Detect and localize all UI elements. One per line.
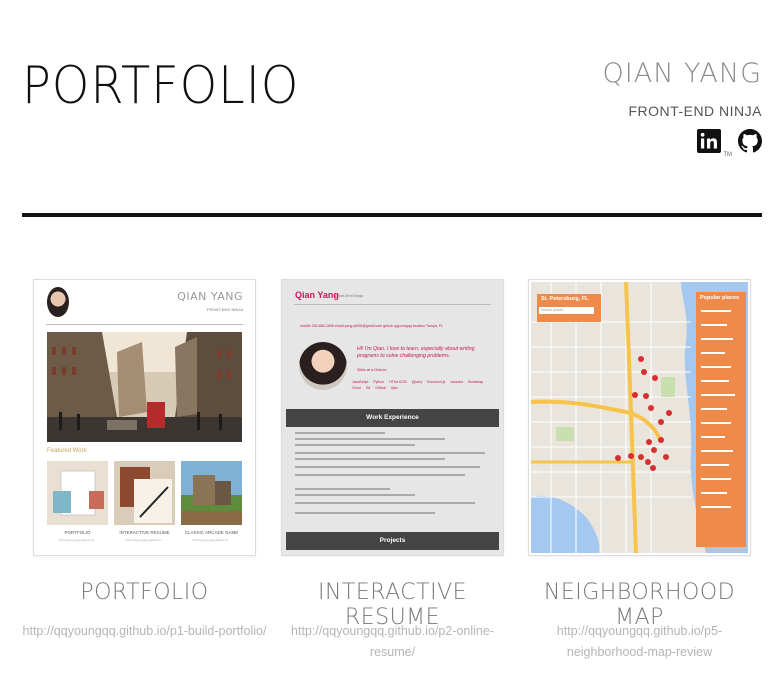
thumb-role: FRONT-END NINJA xyxy=(207,307,243,312)
social-links: TM xyxy=(603,129,763,158)
thumb-map-panel-title: Popular places xyxy=(700,295,740,301)
owner-name: QIAN YANG xyxy=(602,58,762,89)
thumb-text-line xyxy=(295,438,445,440)
thumb-text-line xyxy=(295,452,485,454)
thumb-subcaption-3: http://qqyoungqq.github.io/... xyxy=(192,538,231,542)
page-title: PORTFOLIO xyxy=(22,56,300,116)
thumb-text-line xyxy=(295,444,415,446)
thumb-map-city: St. Petersburg, FL xyxy=(541,296,589,302)
thumb-section-work: Work Experience xyxy=(286,409,499,427)
owner-block: QIAN YANG FRONT-END NINJA TM xyxy=(602,58,763,158)
thumb-map xyxy=(531,282,748,553)
thumb-resume-photo xyxy=(299,342,347,390)
thumb-caption-2: INTERACTIVE RESUME xyxy=(119,530,170,535)
thumb-caption-3: CLASSIC ARCADE GAME xyxy=(184,530,239,535)
project-card-map[interactable]: St. Petersburg, FL Search places Popular… xyxy=(528,279,751,556)
thumb-text-line xyxy=(295,466,480,468)
thumb-featured-row xyxy=(47,461,242,525)
project-url-map[interactable]: http://qqyoungqq.github.io/p5-neighborho… xyxy=(528,621,751,663)
thumb-name: QIAN YANG xyxy=(177,290,243,303)
thumb-rule xyxy=(46,324,243,325)
thumb-text-line xyxy=(295,512,435,514)
project-card-resume[interactable]: Qian Yang Front-End Ninja mobile 330-883… xyxy=(281,279,504,556)
thumb-rule xyxy=(294,304,491,305)
header-divider xyxy=(22,213,762,217)
thumb-featured-label: Featured Work xyxy=(47,448,87,454)
thumb-item-resume xyxy=(114,461,175,525)
thumb-resume-name: Qian Yang xyxy=(295,290,339,300)
thumb-caption-1: PORTFOLIO xyxy=(64,530,91,535)
thumb-contact-line: mobile 330-883-1656 email yang.qi936@gma… xyxy=(300,324,444,328)
project-url-resume[interactable]: http://qqyoungqq.github.io/p2-online-res… xyxy=(270,621,515,663)
thumb-text-line xyxy=(295,458,445,460)
thumb-item-portfolio xyxy=(47,461,108,525)
thumb-skills-heading: Skills at a Glance: xyxy=(357,368,388,372)
github-icon xyxy=(738,129,763,153)
thumb-resume-role: Front-End Ninja xyxy=(335,293,364,298)
trademark-mark: TM xyxy=(723,152,732,158)
thumb-avatar xyxy=(47,287,69,317)
thumb-text-line xyxy=(295,488,390,490)
owner-role: FRONT-END NINJA xyxy=(628,103,762,119)
linkedin-icon xyxy=(697,129,722,153)
thumb-skills-list: JavaScript Python HTML/CSS jQuery Knocko… xyxy=(352,380,484,390)
project-card-portfolio[interactable]: QIAN YANG FRONT-END NINJA Featured Work xyxy=(33,279,256,556)
thumb-subcaption-2: http://qqyoungqq.github.io/... xyxy=(125,538,164,542)
github-link[interactable] xyxy=(738,129,763,158)
thumb-text-line xyxy=(295,432,385,434)
project-url-portfolio[interactable]: http://qqyoungqq.github.io/p1-build-port… xyxy=(22,621,267,642)
thumb-resume-quote: Hi! I'm Qian. I love to learn, especiall… xyxy=(357,346,475,359)
linkedin-link[interactable] xyxy=(697,129,722,158)
thumb-text-line xyxy=(295,502,475,504)
project-title-portfolio[interactable]: PORTFOLIO xyxy=(22,580,267,605)
thumb-item-arcade xyxy=(181,461,242,525)
thumb-map-search: Search places xyxy=(541,308,564,312)
thumb-text-line xyxy=(295,494,415,496)
thumb-section-projects: Projects xyxy=(286,532,499,550)
thumb-text-line xyxy=(295,474,465,476)
thumb-street-photo xyxy=(47,332,242,442)
thumb-subcaption-1: http://qqyoungqq.github.io/... xyxy=(58,538,97,542)
